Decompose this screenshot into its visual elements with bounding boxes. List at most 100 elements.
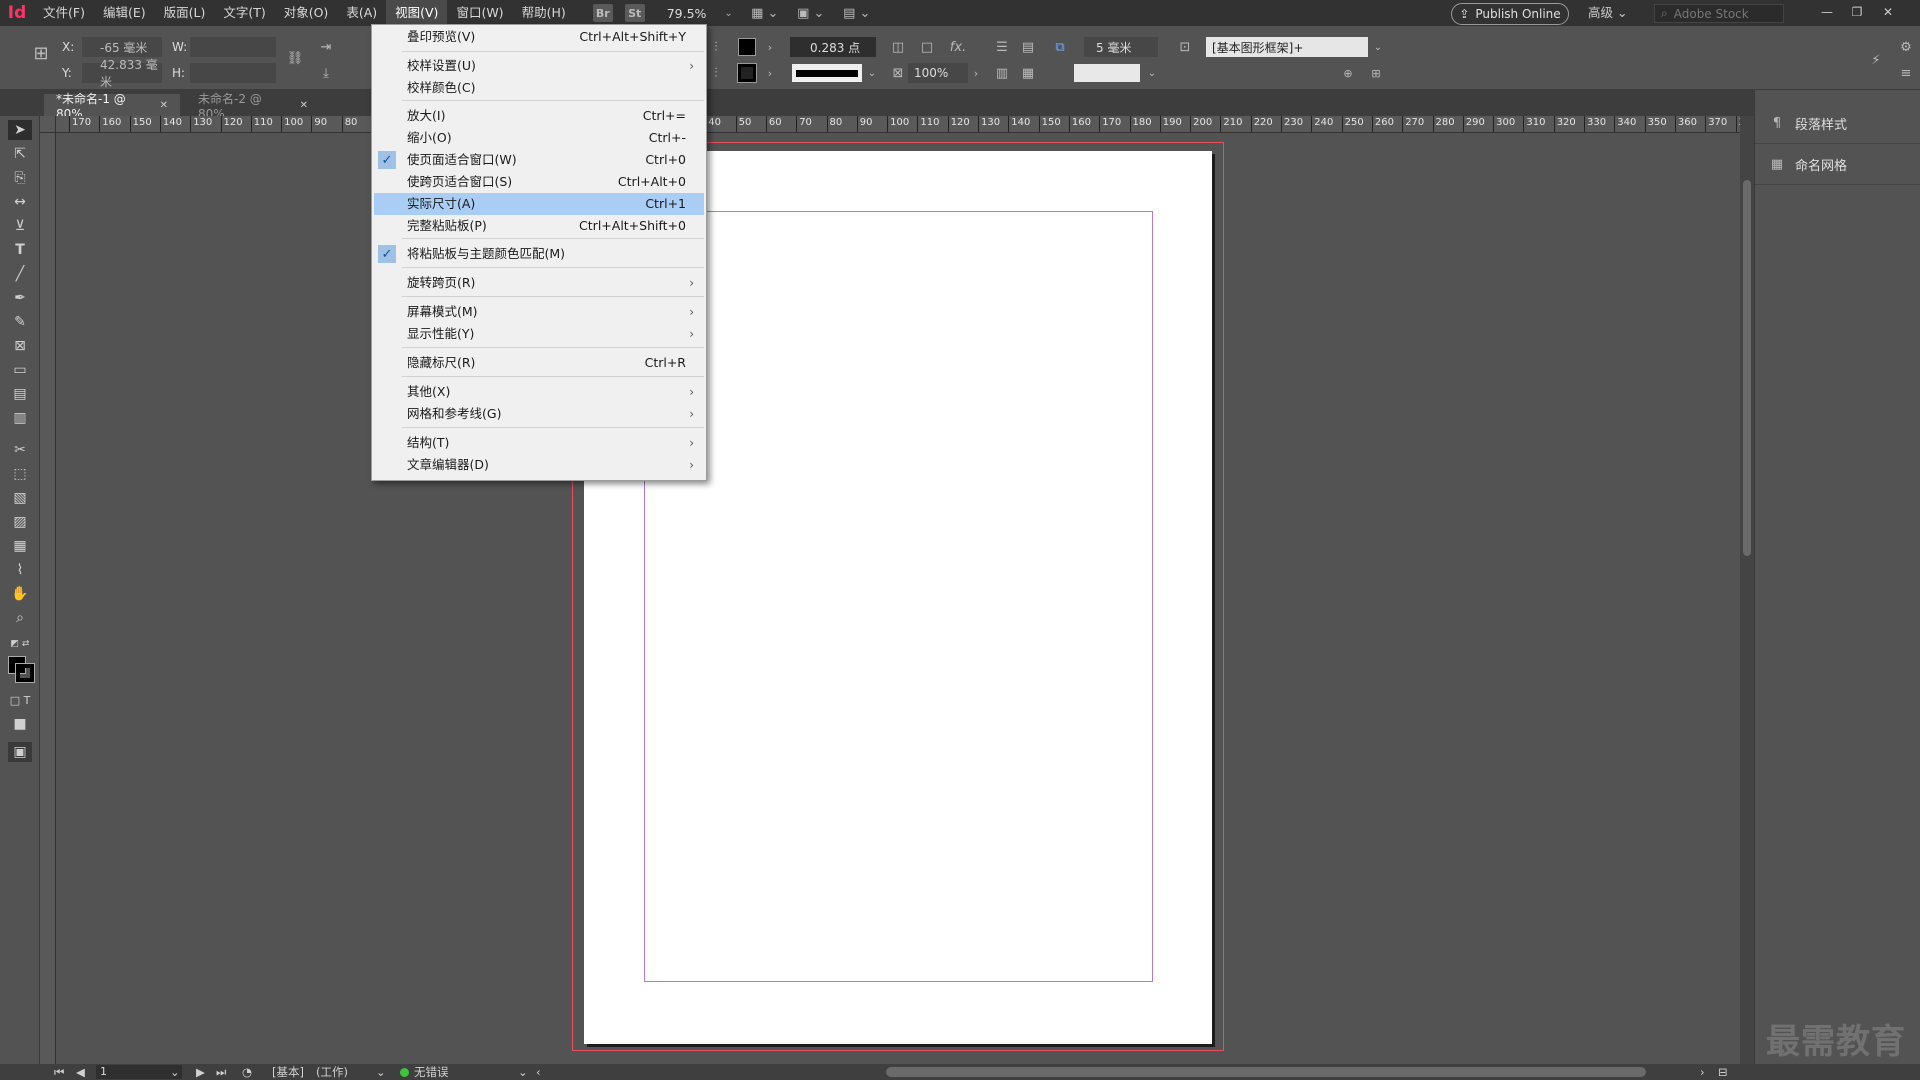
note-tool-icon[interactable]: ▦: [8, 536, 32, 556]
preflight-status[interactable]: 无错误: [400, 1064, 449, 1080]
width-field[interactable]: [190, 37, 276, 57]
chevron-down-icon[interactable]: ⌄: [518, 1064, 528, 1080]
reference-point-icon[interactable]: ⊞: [28, 40, 54, 66]
text-wrap-shape-icon[interactable]: ▥: [992, 63, 1012, 83]
gradient-feather-tool-icon[interactable]: ▨: [8, 512, 32, 532]
view-menu-item[interactable]: 显示性能(Y) ›: [374, 323, 704, 345]
direct-selection-tool-icon[interactable]: ⇱: [8, 144, 32, 164]
content-collector-icon[interactable]: ⊻: [8, 216, 32, 236]
ruler-origin[interactable]: [40, 116, 56, 133]
view-menu-item[interactable]: 屏幕模式(M) ›: [374, 301, 704, 323]
pencil-tool-icon[interactable]: ✎: [8, 312, 32, 332]
page-tool-icon[interactable]: ⎘: [8, 168, 32, 188]
opacity-field[interactable]: 100%: [908, 63, 968, 83]
chevron-right-icon[interactable]: ›: [760, 37, 780, 57]
gear-icon[interactable]: ⚙: [1896, 37, 1916, 57]
effects-icon[interactable]: fx.: [948, 37, 968, 57]
vertical-scrollbar[interactable]: [1740, 116, 1754, 1064]
gradient-swatch-tool-icon[interactable]: ▧: [8, 488, 32, 508]
scissors-tool-icon[interactable]: ✂: [8, 440, 32, 460]
zoom-tool-icon[interactable]: ⌕: [8, 608, 32, 628]
vertical-grid-tool-icon[interactable]: ▥: [8, 408, 32, 428]
first-page-icon[interactable]: ⏮: [54, 1064, 64, 1080]
view-menu-item[interactable]: 旋转跨页(R) ›: [374, 272, 704, 294]
indesign-logo-icon[interactable]: Id: [0, 0, 34, 26]
edit-style-icon[interactable]: ⊞: [1366, 63, 1386, 83]
horizontal-ruler[interactable]: 1701601501401301201101009080706050403020…: [56, 116, 1740, 133]
scale-x-icon[interactable]: ⇥: [316, 37, 336, 57]
text-wrap-box-icon[interactable]: ▤: [1018, 37, 1038, 57]
normal-view-mode-icon[interactable]: ▣: [8, 742, 32, 762]
chevron-right-icon[interactable]: ›: [966, 63, 986, 83]
view-menu-item[interactable]: 实际尺寸(A) Ctrl+1: [374, 193, 704, 215]
arrange-documents-icon[interactable]: ▤ ⌄: [839, 3, 875, 23]
horizontal-grid-tool-icon[interactable]: ▤: [8, 384, 32, 404]
formatting-affects-icon[interactable]: □ T: [8, 690, 32, 710]
view-menu-item[interactable]: 隐藏标尺(R) Ctrl+R: [374, 352, 704, 374]
view-menu-item[interactable]: 网格和参考线(G) ›: [374, 403, 704, 425]
tab-document-1[interactable]: *未命名-1 @ 80% ✕: [44, 92, 180, 121]
menu-table[interactable]: 表(A): [337, 0, 386, 26]
constrain-proportions-icon[interactable]: ⛓: [285, 48, 305, 68]
line-tool-icon[interactable]: ╱: [8, 264, 32, 284]
hand-tool-icon[interactable]: ✋: [8, 584, 32, 604]
open-page-icon[interactable]: ◔: [242, 1064, 252, 1080]
tab-document-2[interactable]: 未命名-2 @ 80% ✕: [186, 92, 320, 121]
panel-paragraph-styles[interactable]: ¶ 段落样式: [1755, 104, 1920, 144]
chevron-down-icon[interactable]: ⌄: [1142, 63, 1162, 83]
zoom-level-select[interactable]: 79.5% ⌄: [659, 3, 737, 23]
apply-color-icon[interactable]: ■: [8, 714, 32, 734]
menu-window[interactable]: 窗口(W): [447, 0, 512, 26]
bridge-icon[interactable]: Br: [592, 4, 613, 22]
view-menu-item[interactable]: 其他(X) ›: [374, 381, 704, 403]
stroke-color-icon[interactable]: [15, 663, 35, 683]
next-page-icon[interactable]: ▶: [196, 1064, 205, 1080]
view-menu-item[interactable]: 使跨页适合窗口(S) Ctrl+Alt+0: [374, 171, 704, 193]
rectangle-frame-tool-icon[interactable]: ⊠: [8, 336, 32, 356]
rectangle-tool-icon[interactable]: ▭: [8, 360, 32, 380]
screen-mode-icon[interactable]: ▣ ⌄: [793, 3, 829, 23]
close-icon[interactable]: ✕: [160, 100, 168, 111]
menu-type[interactable]: 文字(T): [214, 0, 274, 26]
stock-icon[interactable]: St: [624, 4, 645, 22]
view-menu-item[interactable]: 文章编辑器(D) ›: [374, 454, 704, 476]
view-menu-item[interactable]: ✓ 将粘贴板与主题颜色匹配(M): [374, 243, 704, 265]
horizontal-scroll-thumb[interactable]: [886, 1067, 1646, 1077]
vertical-ruler[interactable]: [40, 133, 56, 1064]
view-menu-item[interactable]: ✓ 使页面适合窗口(W) Ctrl+0: [374, 149, 704, 171]
color-field[interactable]: [1074, 64, 1140, 82]
view-menu-item[interactable]: 叠印预览(V) Ctrl+Alt+Shift+Y: [374, 26, 704, 48]
restore-icon[interactable]: ❐: [1843, 0, 1871, 24]
chevron-down-icon[interactable]: ⌄: [862, 63, 882, 83]
view-menu-item[interactable]: 结构(T) ›: [374, 432, 704, 454]
stroke-swatch[interactable]: [737, 63, 757, 83]
menu-view[interactable]: 视图(V): [386, 0, 448, 26]
clear-overrides-icon[interactable]: ⊕: [1338, 63, 1358, 83]
minimize-icon[interactable]: —: [1813, 0, 1841, 24]
x-position-field[interactable]: -65 毫米: [82, 37, 162, 57]
chevron-down-icon[interactable]: ⌄: [376, 1064, 386, 1080]
quick-apply-icon[interactable]: ⚡: [1866, 50, 1886, 70]
previous-page-icon[interactable]: ◀: [76, 1064, 85, 1080]
height-field[interactable]: [190, 63, 276, 83]
menu-help[interactable]: 帮助(H): [513, 0, 575, 26]
view-menu-item[interactable]: 校样设置(U) ›: [374, 55, 704, 77]
type-tool-icon[interactable]: T: [8, 240, 32, 260]
resize-icon[interactable]: ⊟: [1718, 1064, 1728, 1080]
frame-icon[interactable]: □: [917, 37, 937, 57]
text-wrap-jump-icon[interactable]: ▦: [1018, 63, 1038, 83]
panel-named-grid[interactable]: ▦ 命名网格: [1755, 145, 1920, 185]
last-page-icon[interactable]: ⏭: [216, 1064, 226, 1080]
auto-fit-icon[interactable]: ⧉: [1050, 37, 1070, 57]
y-position-field[interactable]: 42.833 毫米: [82, 58, 162, 89]
close-icon[interactable]: ✕: [300, 100, 308, 111]
swap-colors-icon[interactable]: ◩ ⇄: [8, 634, 32, 654]
object-style-select[interactable]: [基本图形框架]+: [1206, 37, 1368, 57]
chevron-down-icon[interactable]: ⌄: [170, 1064, 180, 1080]
panel-menu-icon[interactable]: ≡: [1896, 63, 1916, 83]
view-menu-item[interactable]: 放大(I) Ctrl+=: [374, 105, 704, 127]
scroll-right-icon[interactable]: ›: [1700, 1064, 1705, 1080]
distribute-icon[interactable]: ⫶: [706, 63, 726, 83]
scale-y-icon[interactable]: ⤓: [316, 63, 336, 83]
menu-layout[interactable]: 版面(L): [155, 0, 215, 26]
